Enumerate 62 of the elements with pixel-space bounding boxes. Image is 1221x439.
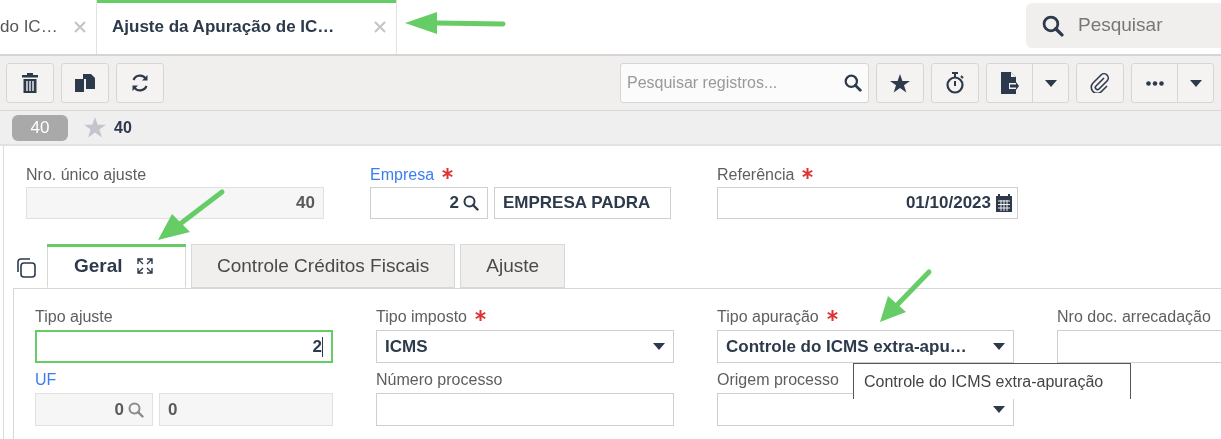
- paperclip-icon: [1090, 73, 1110, 93]
- refresh-button[interactable]: [116, 63, 164, 103]
- caret-icon: [993, 343, 1005, 350]
- field-label: Referência: [717, 165, 795, 185]
- field-label: Número processo: [376, 370, 503, 390]
- star-icon: [890, 73, 910, 93]
- caret-icon: [1044, 79, 1057, 87]
- attach-button[interactable]: [1076, 63, 1124, 103]
- ellipsis-icon: [1145, 80, 1164, 86]
- select-field[interactable]: Controle do ICMS extra-apu…: [717, 330, 1014, 363]
- refresh-icon: [130, 73, 150, 93]
- document-tab[interactable]: Ajuste da Apuração de IC…: [97, 0, 397, 54]
- record-badge: 40: [12, 114, 68, 141]
- field-link[interactable]: Empresa: [370, 163, 435, 187]
- caret-icon: [653, 343, 665, 350]
- expand-icon[interactable]: [136, 258, 153, 274]
- search-icon: [1042, 14, 1064, 37]
- stopwatch-icon: [945, 72, 965, 94]
- annotation-arrow: [158, 189, 225, 240]
- caret-icon: [1189, 79, 1202, 87]
- field-label: Nro. único ajuste: [26, 165, 147, 185]
- number-field[interactable]: 2: [35, 330, 333, 363]
- number-field: 40: [26, 187, 324, 219]
- search-icon: [128, 401, 144, 418]
- record-number: 40: [114, 117, 132, 138]
- description-field[interactable]: EMPRESA PADRA: [494, 187, 671, 219]
- select-field[interactable]: [717, 393, 1014, 426]
- code-field: 0: [35, 393, 153, 426]
- duplicate-button[interactable]: [61, 63, 109, 103]
- description-field: 0: [159, 393, 333, 426]
- required-icon: [442, 167, 454, 179]
- form-tab[interactable]: Controle Créditos Fiscais: [191, 244, 456, 288]
- caret-icon: [993, 406, 1005, 413]
- form-tab[interactable]: Geral: [47, 244, 186, 288]
- copy-icon[interactable]: [16, 258, 36, 278]
- required-icon: [475, 309, 486, 321]
- field-label: Origem processo: [717, 370, 839, 390]
- timer-button[interactable]: [931, 63, 979, 103]
- code-field[interactable]: 2: [370, 187, 488, 219]
- required-icon: [826, 309, 838, 321]
- trash-icon: [22, 73, 38, 93]
- form-tab[interactable]: Ajuste: [460, 244, 566, 288]
- search-icon: [463, 195, 479, 211]
- file-export-icon: [1000, 72, 1019, 94]
- field-label: Nro doc. arrecadação: [1057, 307, 1211, 327]
- date-field[interactable]: 01/10/2023: [717, 187, 1018, 219]
- calendar-icon: [995, 194, 1013, 212]
- required-icon: [802, 167, 814, 179]
- global-search-field[interactable]: Pesquisar: [1026, 3, 1221, 48]
- field-label: Tipo apuração: [717, 307, 819, 327]
- tooltip: Controle do ICMS extra-apuração: [853, 363, 1131, 399]
- select-field[interactable]: ICMS: [376, 330, 674, 363]
- document-tab[interactable]: do IC…: [0, 0, 97, 54]
- copy-icon: [75, 74, 95, 92]
- field-label: Tipo imposto: [376, 307, 467, 327]
- star-icon[interactable]: [84, 117, 106, 138]
- search-icon: [844, 74, 862, 92]
- favorite-button[interactable]: [876, 63, 924, 103]
- annotation-arrow: [880, 269, 932, 322]
- field-label: Tipo ajuste: [35, 307, 113, 327]
- delete-button[interactable]: [6, 63, 54, 103]
- text-field[interactable]: [376, 393, 674, 426]
